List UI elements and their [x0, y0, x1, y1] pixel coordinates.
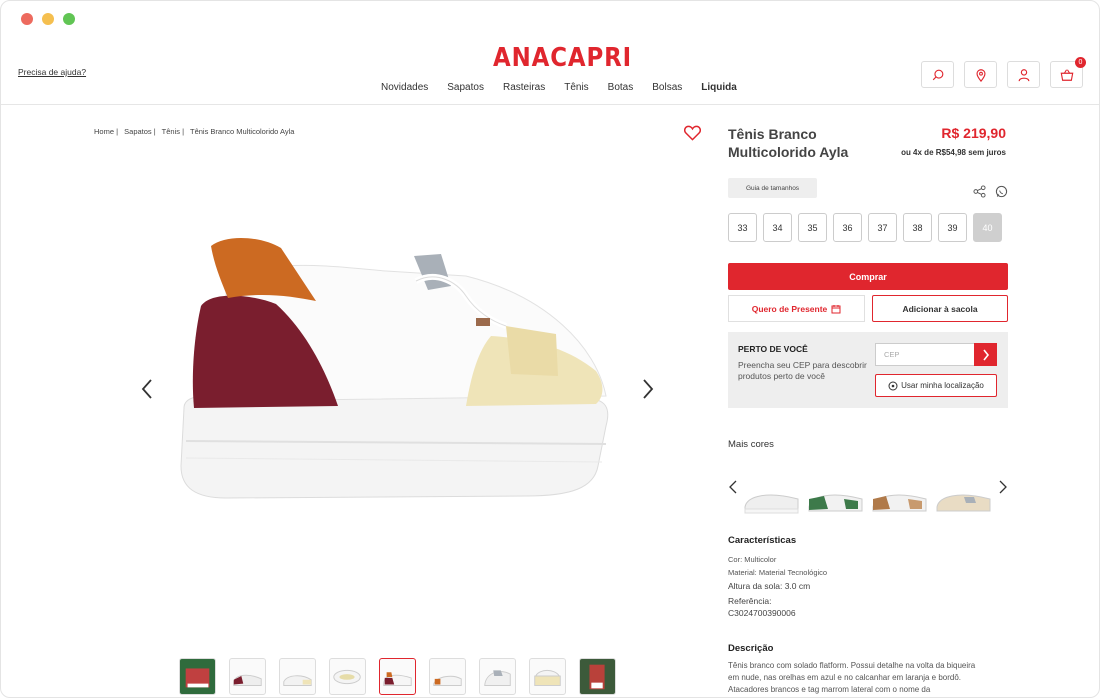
- nav-item-rasteiras[interactable]: Rasteiras: [503, 82, 545, 93]
- size-option-37[interactable]: 37: [868, 213, 897, 242]
- thumbnail-strip: [179, 658, 616, 695]
- search-button[interactable]: [921, 61, 954, 88]
- cep-submit-button[interactable]: [974, 343, 997, 366]
- size-option-39[interactable]: 39: [938, 213, 967, 242]
- site-header: Precisa de ajuda? ANACAPRI Novidades Sap…: [1, 37, 1099, 105]
- characteristic-reference-value: C3024700390006: [728, 608, 796, 618]
- more-colors-carousel: [742, 469, 993, 518]
- characteristic-reference-label: Referência:: [728, 596, 772, 606]
- product-installments: ou 4x de R$54,98 sem juros: [901, 148, 1006, 157]
- product-main-image: [180, 237, 609, 499]
- thumbnail-2[interactable]: [229, 658, 266, 695]
- size-guide-button[interactable]: Guia de tamanhos: [728, 178, 817, 198]
- whatsapp-icon[interactable]: [995, 185, 1008, 198]
- gift-button-label: Quero de Presente: [751, 303, 828, 314]
- use-location-button[interactable]: Usar minha localização: [875, 374, 997, 397]
- thumbnail-7[interactable]: [479, 658, 516, 695]
- product-title: Tênis Branco Multicolorido Ayla: [728, 126, 849, 160]
- nav-item-bolsas[interactable]: Bolsas: [652, 82, 682, 93]
- colors-next-arrow-icon[interactable]: [998, 480, 1008, 494]
- brand-logo[interactable]: ANACAPRI: [493, 43, 632, 73]
- size-selector: 33 34 35 36 37 38 39 40: [728, 213, 1002, 242]
- add-to-bag-button[interactable]: Adicionar à sacola: [872, 295, 1008, 322]
- thumbnail-9[interactable]: [579, 658, 616, 695]
- chevron-right-icon: [982, 349, 989, 360]
- breadcrumb-current: Tênis Branco Multicolorido Ayla: [189, 127, 295, 136]
- size-option-36[interactable]: 36: [833, 213, 862, 242]
- browser-window: Precisa de ajuda? ANACAPRI Novidades Sap…: [0, 0, 1100, 698]
- calendar-icon: [831, 304, 841, 313]
- description-text: Tênis branco com solado flatform. Possui…: [728, 661, 976, 694]
- cart-count-badge: 0: [1075, 57, 1086, 68]
- crosshair-icon: [888, 381, 898, 390]
- user-icon: [1018, 68, 1029, 81]
- near-you-description: Preencha seu CEP para descobrir produtos…: [738, 360, 867, 381]
- size-option-33[interactable]: 33: [728, 213, 757, 242]
- image-next-arrow-icon[interactable]: [641, 378, 655, 400]
- size-option-34[interactable]: 34: [763, 213, 792, 242]
- help-link[interactable]: Precisa de ajuda?: [18, 67, 86, 77]
- breadcrumb-tenis[interactable]: Tênis |: [162, 127, 184, 136]
- thumbnail-4[interactable]: [329, 658, 366, 695]
- characteristics-title: Características: [728, 535, 797, 546]
- characteristic-color: Cor: Multicolor: [728, 555, 777, 564]
- nav-item-botas[interactable]: Botas: [608, 82, 634, 93]
- color-variant-green[interactable]: [806, 469, 865, 518]
- product-price: R$ 219,90: [941, 125, 1006, 141]
- main-nav: Novidades Sapatos Rasteiras Tênis Botas …: [381, 82, 756, 93]
- characteristic-material: Material: Material Tecnológico: [728, 568, 828, 577]
- share-icon[interactable]: [973, 185, 986, 198]
- size-option-35[interactable]: 35: [798, 213, 827, 242]
- store-locator-button[interactable]: [964, 61, 997, 88]
- header-actions: 0: [921, 57, 1086, 88]
- nav-item-tenis[interactable]: Tênis: [564, 82, 588, 93]
- thumbnail-8[interactable]: [529, 658, 566, 695]
- nav-item-liquida[interactable]: Liquida: [701, 82, 737, 93]
- nav-item-sapatos[interactable]: Sapatos: [447, 82, 484, 93]
- basket-icon: [1060, 68, 1073, 81]
- characteristic-sole-height: Altura da sola: 3.0 cm: [728, 581, 811, 591]
- use-location-label: Usar minha localização: [901, 381, 984, 390]
- breadcrumb: Home | Sapatos | Tênis | Tênis Branco Mu…: [94, 127, 298, 136]
- minimize-window-button[interactable]: [42, 13, 54, 25]
- image-prev-arrow-icon[interactable]: [140, 378, 154, 400]
- close-window-button[interactable]: [21, 13, 33, 25]
- thumbnail-5-active[interactable]: [379, 658, 416, 695]
- gift-button[interactable]: Quero de Presente: [728, 295, 865, 322]
- buy-button[interactable]: Comprar: [728, 263, 1008, 290]
- thumbnail-6[interactable]: [429, 658, 466, 695]
- size-option-38[interactable]: 38: [903, 213, 932, 242]
- window-controls: [21, 13, 75, 25]
- color-variant-beige[interactable]: [934, 469, 993, 518]
- heart-icon[interactable]: [684, 125, 701, 141]
- near-you-panel: PERTO DE VOCÊ Preencha seu CEP para desc…: [728, 332, 1008, 408]
- color-variant-caramel[interactable]: [870, 469, 929, 518]
- maximize-window-button[interactable]: [63, 13, 75, 25]
- description-title: Descrição: [728, 643, 774, 654]
- color-variant-white[interactable]: [742, 469, 801, 518]
- cart-button[interactable]: 0: [1050, 57, 1086, 88]
- thumbnail-3[interactable]: [279, 658, 316, 695]
- breadcrumb-sapatos[interactable]: Sapatos |: [124, 127, 156, 136]
- size-option-40-unavailable: 40: [973, 213, 1002, 242]
- nav-item-novidades[interactable]: Novidades: [381, 82, 428, 93]
- account-button[interactable]: [1007, 61, 1040, 88]
- colors-prev-arrow-icon[interactable]: [728, 480, 738, 494]
- thumbnail-1[interactable]: [179, 658, 216, 695]
- search-icon: [932, 69, 943, 80]
- near-you-title: PERTO DE VOCÊ: [738, 344, 808, 354]
- breadcrumb-home[interactable]: Home |: [94, 127, 118, 136]
- more-colors-title: Mais cores: [728, 439, 774, 450]
- location-pin-icon: [975, 68, 986, 82]
- cep-input[interactable]: CEP: [875, 343, 975, 366]
